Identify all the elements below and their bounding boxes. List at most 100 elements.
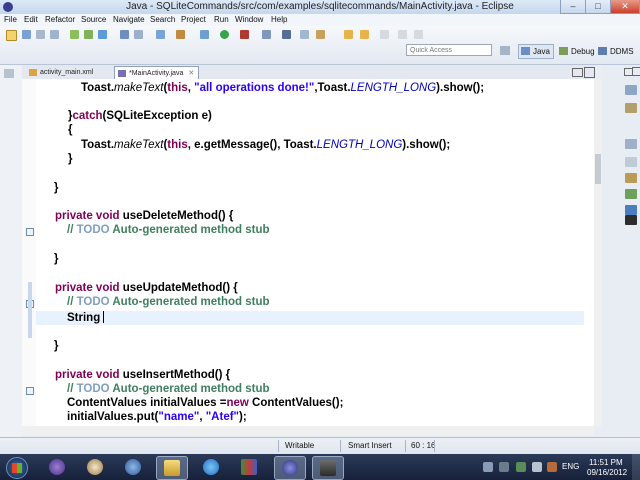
show-desktop-button[interactable] bbox=[632, 454, 640, 480]
tab-main-activity-java[interactable]: *MainActivity.java ✕ bbox=[114, 66, 200, 80]
menu-file[interactable]: File bbox=[4, 15, 17, 24]
task-marker-icon[interactable] bbox=[26, 387, 34, 395]
minimize-button[interactable]: – bbox=[560, 0, 586, 14]
maximize-editor-icon[interactable] bbox=[584, 67, 595, 78]
java-perspective-icon bbox=[521, 47, 530, 55]
taskbar-app[interactable] bbox=[196, 456, 226, 478]
console-icon[interactable] bbox=[625, 189, 637, 199]
android-sdk-icon[interactable] bbox=[70, 30, 79, 39]
new-icon[interactable] bbox=[6, 30, 17, 41]
status-bar: Writable Smart Insert 60 : 16 bbox=[0, 437, 640, 455]
network-icon[interactable] bbox=[499, 462, 509, 472]
taskbar-app[interactable] bbox=[80, 456, 110, 478]
print-icon[interactable] bbox=[50, 30, 59, 39]
toggle-mark-icon[interactable] bbox=[120, 30, 129, 39]
tab-activity-main-xml[interactable]: activity_main.xml bbox=[26, 66, 97, 79]
package-explorer-icon[interactable] bbox=[625, 85, 637, 95]
taskbar-app[interactable] bbox=[156, 456, 188, 480]
devices-icon[interactable] bbox=[625, 215, 637, 225]
search-icon[interactable] bbox=[300, 30, 309, 39]
clock-time[interactable]: 11:51 PM bbox=[589, 458, 623, 467]
eclipse-icon bbox=[282, 460, 298, 476]
maximize-view-icon[interactable] bbox=[632, 67, 640, 76]
perspective-debug[interactable]: Debug bbox=[556, 44, 599, 59]
menu-source[interactable]: Source bbox=[81, 15, 106, 24]
save-icon[interactable] bbox=[22, 30, 31, 39]
javadoc-icon[interactable] bbox=[625, 157, 637, 167]
menu-help[interactable]: Help bbox=[271, 15, 287, 24]
status-divider bbox=[405, 440, 406, 452]
close-tab-icon[interactable]: ✕ bbox=[188, 70, 194, 77]
open-perspective-icon[interactable] bbox=[500, 46, 510, 55]
taskbar-app[interactable] bbox=[118, 456, 148, 478]
menu-refactor[interactable]: Refactor bbox=[45, 15, 75, 24]
taskbar-app[interactable] bbox=[312, 456, 344, 480]
android-project-icon[interactable] bbox=[98, 30, 107, 39]
debug-icon[interactable] bbox=[200, 30, 209, 39]
annotation-prev-icon[interactable] bbox=[360, 30, 369, 39]
problems-icon[interactable] bbox=[625, 139, 637, 149]
open-type-icon[interactable] bbox=[262, 30, 271, 39]
tray-app-icon[interactable] bbox=[516, 462, 526, 472]
back-icon[interactable] bbox=[398, 30, 407, 39]
taskbar-app[interactable] bbox=[234, 456, 264, 478]
scrollbar-thumb[interactable] bbox=[595, 154, 601, 184]
show-hidden-icons-icon[interactable] bbox=[483, 462, 493, 472]
code-line: private void useInsertMethod() { bbox=[55, 369, 231, 381]
task-marker-icon[interactable] bbox=[26, 228, 34, 236]
editor-vertical-scrollbar[interactable] bbox=[594, 79, 602, 426]
code-line: // TODO Auto-generated method stub bbox=[67, 224, 270, 236]
menu-navigate[interactable]: Navigate bbox=[113, 15, 145, 24]
minimize-editor-icon[interactable] bbox=[572, 68, 583, 77]
taskbar-app[interactable] bbox=[274, 456, 306, 480]
volume-icon[interactable] bbox=[532, 462, 542, 472]
java-cup-icon bbox=[87, 459, 103, 475]
perspective-java[interactable]: Java bbox=[518, 44, 554, 59]
perspective-debug-label: Debug bbox=[571, 47, 595, 56]
external-tools-icon[interactable] bbox=[240, 30, 249, 39]
restore-icon[interactable] bbox=[4, 69, 14, 78]
windows-logo-icon bbox=[12, 463, 22, 473]
open-task-icon[interactable] bbox=[282, 30, 291, 39]
build-icon[interactable] bbox=[176, 30, 185, 39]
annotation-next-icon[interactable] bbox=[344, 30, 353, 39]
taskbar-app[interactable] bbox=[42, 456, 72, 478]
action-center-icon[interactable] bbox=[547, 462, 557, 472]
forward-icon[interactable] bbox=[414, 30, 423, 39]
menu-run[interactable]: Run bbox=[214, 15, 229, 24]
avd-manager-icon[interactable] bbox=[84, 30, 93, 39]
save-all-icon[interactable] bbox=[36, 30, 45, 39]
last-edit-icon[interactable] bbox=[380, 30, 389, 39]
menu-project[interactable]: Project bbox=[181, 15, 206, 24]
lint-icon[interactable] bbox=[134, 30, 143, 39]
code-line: } bbox=[54, 253, 59, 265]
menu-search[interactable]: Search bbox=[150, 15, 175, 24]
run-icon[interactable] bbox=[220, 30, 229, 39]
input-language[interactable]: ENG bbox=[562, 462, 579, 471]
perspective-ddms[interactable]: DDMS bbox=[595, 44, 638, 59]
change-marker bbox=[28, 282, 32, 338]
start-button[interactable] bbox=[6, 457, 28, 479]
media-player-icon bbox=[125, 459, 141, 475]
code-line: }catch(SQLiteException e) bbox=[68, 110, 212, 122]
annotation-ruler bbox=[22, 79, 36, 426]
java-file-icon bbox=[118, 70, 126, 77]
windows-taskbar: ENG 11:51 PM 09/16/2012 bbox=[0, 454, 640, 480]
code-editor[interactable]: Toast.makeText(this, "all operations don… bbox=[22, 79, 594, 426]
code-line: // TODO Auto-generated method stub bbox=[67, 383, 270, 395]
editor-horizontal-scrollbar[interactable] bbox=[22, 426, 594, 435]
logcat-icon[interactable] bbox=[625, 205, 637, 215]
status-writable: Writable bbox=[285, 441, 315, 450]
left-trim-bar bbox=[0, 65, 22, 437]
close-button[interactable]: ✕ bbox=[610, 0, 640, 14]
tasks-icon[interactable] bbox=[156, 30, 165, 39]
quick-access-field[interactable]: Quick Access bbox=[406, 44, 492, 56]
clock-date[interactable]: 09/16/2012 bbox=[587, 468, 627, 477]
menu-window[interactable]: Window bbox=[235, 15, 263, 24]
file-explorer-icon bbox=[164, 460, 180, 476]
maximize-button[interactable]: □ bbox=[585, 0, 611, 14]
menu-edit[interactable]: Edit bbox=[24, 15, 38, 24]
pen-icon[interactable] bbox=[316, 30, 325, 39]
declaration-icon[interactable] bbox=[625, 173, 637, 183]
outline-icon[interactable] bbox=[625, 103, 637, 113]
